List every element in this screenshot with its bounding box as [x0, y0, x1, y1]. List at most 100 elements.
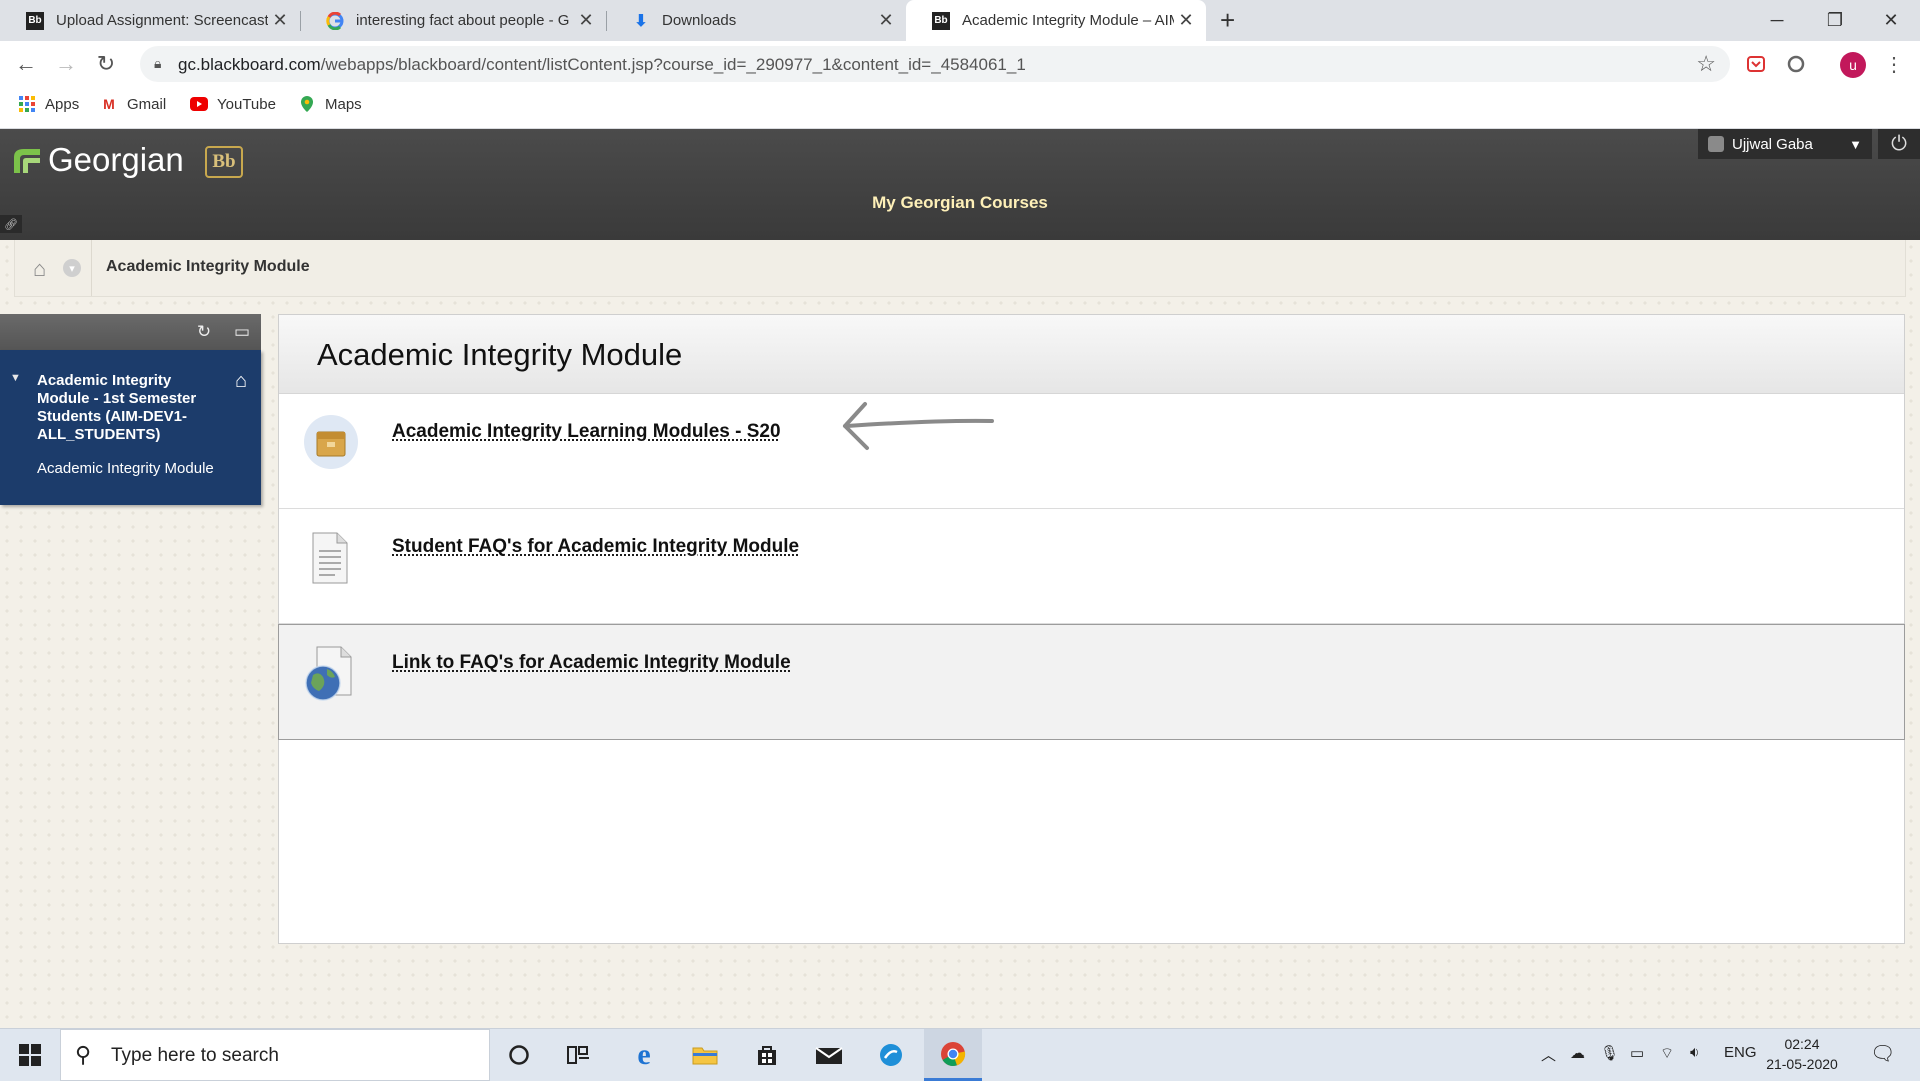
chevron-down-icon: ▼: [1849, 137, 1862, 152]
maps-icon: [298, 95, 316, 113]
windows-logo-icon: [19, 1044, 41, 1066]
profile-avatar[interactable]: u: [1840, 52, 1866, 78]
course-title[interactable]: Academic Integrity Module - 1st Semester…: [37, 372, 222, 444]
google-icon: [326, 12, 344, 30]
bookmark-label: Gmail: [127, 96, 166, 113]
file-explorer-icon[interactable]: [676, 1029, 734, 1081]
bookmark-apps[interactable]: Apps: [18, 95, 79, 113]
user-name: Ujjwal Gaba: [1732, 136, 1813, 153]
url-path: /webapps/blackboard/content/listContent.…: [321, 55, 1026, 74]
edge-browser-icon[interactable]: e: [615, 1029, 673, 1081]
cortana-icon[interactable]: [490, 1029, 548, 1081]
tab-academic-integrity[interactable]: Bb Academic Integrity Module – AIM ✕: [906, 0, 1206, 41]
bookmark-star-icon[interactable]: ☆: [1696, 51, 1716, 77]
breadcrumb-current: Academic Integrity Module: [106, 258, 310, 276]
new-tab-button[interactable]: +: [1220, 5, 1235, 36]
faq-web-link[interactable]: Link to FAQ's for Academic Integrity Mod…: [392, 652, 791, 674]
document-icon: [303, 529, 359, 585]
pocket-extension-icon[interactable]: [1744, 52, 1768, 76]
url-host: gc.blackboard.com: [178, 55, 321, 74]
wifi-icon[interactable]: ⌔: [1660, 1044, 1674, 1063]
close-tab-icon[interactable]: ✕: [574, 10, 598, 31]
my-courses-tab[interactable]: My Georgian Courses: [0, 193, 1920, 213]
close-tab-icon[interactable]: ✕: [268, 10, 292, 31]
student-faq-link[interactable]: Student FAQ's for Academic Integrity Mod…: [392, 536, 799, 558]
microphone-icon[interactable]: 🎙︎: [1600, 1044, 1619, 1062]
browser-toolbar: ← → ↻ 🔒︎ gc.blackboard.com/webapps/black…: [0, 41, 1920, 87]
battery-icon[interactable]: ▭: [1630, 1044, 1644, 1062]
chrome-taskbar-icon[interactable]: [924, 1029, 982, 1081]
chrome-menu-icon[interactable]: ⋮: [1882, 52, 1906, 76]
address-bar[interactable]: 🔒︎ gc.blackboard.com/webapps/blackboard/…: [140, 46, 1730, 82]
back-button[interactable]: ←: [10, 48, 42, 80]
collapse-triangle-icon[interactable]: ▼: [10, 372, 21, 384]
web-link-icon: [303, 645, 359, 701]
apps-grid-icon: [18, 95, 36, 113]
app-icon-blue-circle[interactable]: [862, 1029, 920, 1081]
action-center-icon[interactable]: 🗨︎: [1870, 1041, 1895, 1066]
logout-power-icon[interactable]: ⏻: [1878, 129, 1920, 159]
page-background: ⌂ ▾ Academic Integrity Module ↻ ▭ ▼ Acad…: [0, 240, 1920, 1028]
onedrive-cloud-icon[interactable]: ☁: [1570, 1044, 1585, 1062]
bookmark-label: Apps: [45, 96, 79, 113]
georgian-logo[interactable]: Georgian: [12, 141, 184, 179]
user-menu[interactable]: Ujjwal Gaba ▼: [1698, 129, 1872, 159]
tab-title: Downloads: [662, 12, 874, 29]
learning-modules-link[interactable]: Academic Integrity Learning Modules - S2…: [392, 421, 781, 443]
bookmark-gmail[interactable]: M Gmail: [100, 95, 166, 113]
content-header: Academic Integrity Module: [279, 315, 1904, 394]
bookmark-maps[interactable]: Maps: [298, 95, 362, 113]
close-tab-icon[interactable]: ✕: [874, 10, 898, 31]
course-home-icon[interactable]: ⌂: [235, 370, 247, 393]
annotation-arrow-icon: [817, 396, 997, 456]
tab-title: Upload Assignment: Screencast 2: [56, 12, 268, 29]
course-menu: ▼ Academic Integrity Module - 1st Semest…: [0, 350, 261, 505]
close-tab-icon[interactable]: ✕: [1174, 10, 1198, 31]
show-hidden-icons-chevron-icon[interactable]: ︿: [1541, 1044, 1556, 1065]
bb-icon: Bb: [932, 12, 950, 30]
windows-taskbar: ⚲ Type here to search e ︿ ☁ 🎙︎ ▭ ⌔ 🔉︎ EN…: [0, 1028, 1920, 1081]
tab-title: interesting fact about people - G: [356, 12, 574, 29]
blackboard-badge: Bb: [205, 146, 243, 178]
bookmarks-bar: Apps M Gmail YouTube Maps: [0, 87, 1920, 129]
store-icon[interactable]: [738, 1029, 796, 1081]
course-menu-toolbar: ↻ ▭: [0, 314, 261, 350]
breadcrumb: ⌂ ▾ Academic Integrity Module: [14, 240, 1906, 297]
tab-title: Academic Integrity Module – AIM: [962, 12, 1174, 29]
mail-icon[interactable]: [800, 1029, 858, 1081]
refresh-icon[interactable]: ↻: [192, 319, 216, 345]
windows-start-button[interactable]: [0, 1029, 60, 1081]
chevron-down-icon[interactable]: ▾: [63, 259, 81, 277]
tab-downloads[interactable]: ⬇ Downloads ✕: [606, 0, 906, 41]
bookmark-youtube[interactable]: YouTube: [190, 95, 276, 113]
youtube-icon: [190, 95, 208, 113]
system-clock[interactable]: 02:24 21-05-2020: [1762, 1034, 1842, 1074]
task-view-icon[interactable]: [550, 1029, 608, 1081]
search-icon: ⚲: [75, 1042, 91, 1068]
blackboard-header: Georgian Bb Ujjwal Gaba ▼ ⏻ My Georgian …: [0, 129, 1920, 240]
home-icon[interactable]: ⌂: [33, 256, 46, 282]
minimize-button[interactable]: ─: [1748, 0, 1806, 41]
breadcrumb-divider: [91, 240, 92, 296]
tab-upload-assignment[interactable]: Bb Upload Assignment: Screencast 2 ✕: [0, 0, 300, 41]
language-indicator[interactable]: ENG: [1724, 1044, 1757, 1061]
folder-view-icon[interactable]: ▭: [230, 319, 254, 345]
clock-date: 21-05-2020: [1762, 1054, 1842, 1074]
forward-button[interactable]: →: [50, 48, 82, 80]
restore-button[interactable]: ❐: [1806, 0, 1864, 41]
link-pin-icon[interactable]: 🔗︎: [0, 215, 22, 233]
tab-google-search[interactable]: interesting fact about people - G ✕: [300, 0, 606, 41]
content-item: Student FAQ's for Academic Integrity Mod…: [279, 509, 1904, 624]
bookmark-label: YouTube: [217, 96, 276, 113]
volume-icon[interactable]: 🔉︎: [1690, 1044, 1699, 1061]
course-menu-item[interactable]: Academic Integrity Module: [37, 460, 214, 477]
gmail-icon: M: [100, 95, 118, 113]
taskbar-search-box[interactable]: ⚲ Type here to search: [60, 1029, 490, 1081]
content-item: Academic Integrity Learning Modules - S2…: [279, 394, 1904, 509]
close-window-button[interactable]: ✕: [1862, 0, 1920, 41]
content-item-highlighted: Link to FAQ's for Academic Integrity Mod…: [278, 624, 1905, 740]
reload-button[interactable]: ↻: [90, 48, 122, 80]
content-area: Academic Integrity Module Academic Integ…: [278, 314, 1905, 944]
extension-circle-icon[interactable]: [1784, 52, 1808, 76]
learning-module-icon: [303, 414, 359, 470]
